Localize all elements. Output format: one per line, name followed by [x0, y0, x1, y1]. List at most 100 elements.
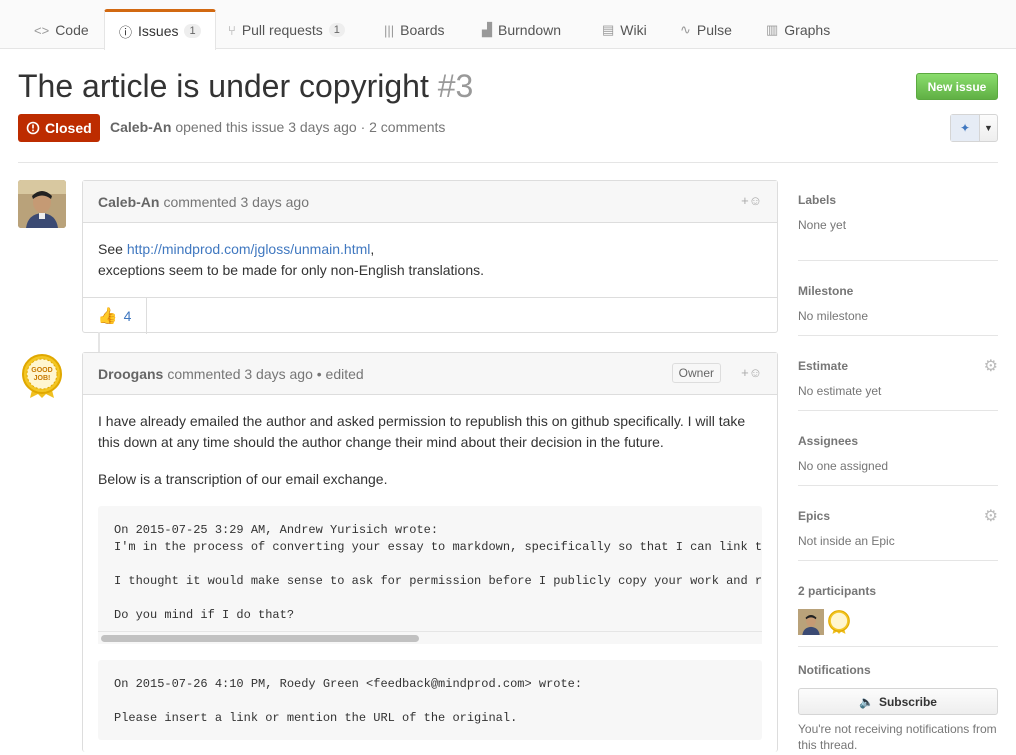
- sidebar-milestone[interactable]: Milestone No milestone: [798, 261, 998, 336]
- participant-avatar[interactable]: [798, 609, 824, 635]
- comment-action: commented 3 days ago: [163, 193, 309, 210]
- boards-icon: |||: [384, 22, 395, 38]
- code-text: On 2015-07-25 3:29 AM, Andrew Yurisich w…: [98, 506, 762, 640]
- wiki-icon: ▤: [602, 22, 615, 37]
- comment-paragraph: I have already emailed the author and as…: [98, 413, 746, 450]
- owner-badge: Owner: [671, 363, 721, 383]
- scrollbar-thumb[interactable]: [101, 635, 419, 642]
- add-reaction-icon[interactable]: +☺: [741, 193, 762, 208]
- sidebar-labels[interactable]: Labels None yet: [798, 193, 998, 261]
- sidebar-heading: Milestone: [798, 284, 854, 298]
- chevron-down-icon: ▼: [984, 123, 993, 133]
- tab-label: Burndown: [498, 22, 562, 38]
- burndown-icon: ▟: [482, 22, 492, 37]
- comment-text: ,: [370, 241, 375, 257]
- sidebar-heading: Estimate: [798, 359, 849, 373]
- comment: Droogans commented 3 days ago • edited O…: [82, 352, 778, 752]
- tab-boards[interactable]: ||| Boards: [370, 10, 459, 50]
- code-block: On 2015-07-26 4:10 PM, Roedy Green <feed…: [98, 660, 762, 740]
- subscribe-label: Subscribe: [878, 694, 937, 709]
- svg-text:JOB!: JOB!: [34, 375, 51, 382]
- tab-burndown[interactable]: ▟ Burndown: [468, 10, 575, 50]
- repo-nav: <> Code ⓘ Issues 1 ⑂ Pull requests 1 ||| Board…: [0, 0, 1016, 50]
- issue-title: The article is under copyright #3: [18, 68, 473, 105]
- sidebar-heading: 2 participants: [798, 584, 877, 598]
- author-link[interactable]: Caleb-An: [110, 119, 171, 135]
- divider: [18, 162, 998, 163]
- sidebar-value: No estimate yet: [798, 384, 882, 398]
- code-block: On 2015-07-25 3:29 AM, Andrew Yurisich w…: [98, 506, 762, 644]
- sidebar-heading: Labels: [798, 193, 837, 207]
- pull-request-icon: ⑂: [228, 22, 236, 38]
- tab-pull-requests[interactable]: ⑂ Pull requests 1: [214, 10, 359, 50]
- comment-link[interactable]: http://mindprod.com/jgloss/unmain.html: [127, 241, 371, 257]
- issue-icon: ⓘ: [119, 24, 133, 40]
- tab-label: Boards: [400, 22, 445, 38]
- good-job-badge-image: GOOD JOB!: [22, 354, 62, 398]
- participant-avatars: [798, 609, 998, 635]
- comment-body: I have already emailed the author and as…: [83, 395, 777, 755]
- pin-icon: ✦: [951, 115, 980, 141]
- comment-text: exceptions seem to be made for only non-…: [98, 262, 484, 278]
- avatar[interactable]: [18, 180, 66, 228]
- comment-text: See: [98, 241, 127, 257]
- participant-avatar[interactable]: [826, 609, 852, 635]
- subscribe-button[interactable]: 🔈 Subscribe: [798, 688, 998, 715]
- tab-label: Graphs: [784, 22, 831, 38]
- pin-dropdown-button[interactable]: ✦ ▼: [950, 114, 998, 142]
- tab-label: Code: [55, 22, 89, 38]
- timeline-line: [98, 332, 100, 352]
- code-icon: <>: [34, 22, 50, 38]
- sidebar-notifications: Notifications 🔈 Subscribe You're not rece…: [798, 647, 998, 753]
- comment-action[interactable]: commented 3 days ago • edited: [167, 366, 363, 382]
- meta-text: opened this issue 3 days ago · 2 comment…: [175, 119, 446, 135]
- svg-text:GOOD: GOOD: [31, 367, 52, 374]
- tab-issues[interactable]: ⓘ Issues 1: [104, 9, 216, 50]
- closed-issue-icon: [26, 121, 40, 135]
- gear-icon[interactable]: ⚙: [984, 506, 998, 526]
- graph-icon: ▥: [766, 22, 779, 37]
- avatar[interactable]: GOOD JOB!: [18, 352, 66, 400]
- tab-wiki[interactable]: ▤ Wiki: [588, 10, 661, 50]
- sidebar-epics[interactable]: Epics Not inside an Epic ⚙: [798, 486, 998, 561]
- horizontal-scrollbar[interactable]: [98, 631, 762, 644]
- tab-label: Pulse: [696, 22, 732, 38]
- speaker-icon: 🔈: [859, 694, 874, 709]
- sidebar-estimate[interactable]: Estimate No estimate yet ⚙: [798, 336, 998, 411]
- sidebar-value: None yet: [798, 218, 847, 232]
- thumbs-up-reaction[interactable]: 👍 4: [83, 297, 147, 334]
- sidebar-assignees[interactable]: Assignees No one assigned: [798, 411, 998, 486]
- tab-pulse[interactable]: ∿ Pulse: [666, 10, 746, 50]
- sidebar-participants: 2 participants: [798, 561, 998, 647]
- comment: Caleb-An commented 3 days ago +☺ See htt…: [82, 180, 778, 334]
- comment-header: Caleb-An commented 3 days ago +☺: [83, 181, 777, 223]
- person-avatar-image: [18, 180, 66, 228]
- status-text: Closed: [45, 120, 92, 136]
- counter-badge: 1: [328, 23, 345, 37]
- sidebar-value: No milestone: [798, 309, 869, 323]
- tab-code[interactable]: <> Code: [20, 10, 103, 50]
- sidebar-heading: Assignees: [798, 434, 859, 448]
- sidebar-value: Not inside an Epic: [798, 534, 895, 548]
- issue-meta: Caleb-An opened this issue 3 days ago · …: [110, 119, 445, 135]
- gear-icon[interactable]: ⚙: [984, 356, 998, 376]
- sidebar-heading: Notifications: [798, 663, 871, 677]
- issue-title-text: The article is under copyright: [18, 68, 429, 104]
- status-badge: Closed: [18, 114, 100, 142]
- comment-paragraph: Below is a transcription of our email ex…: [98, 471, 388, 487]
- tab-label: Pull requests: [241, 22, 323, 38]
- add-reaction-icon[interactable]: +☺: [741, 365, 762, 380]
- comment-body: See http://mindprod.com/jgloss/unmain.ht…: [83, 223, 777, 297]
- comment-header: Droogans commented 3 days ago • edited O…: [83, 353, 777, 395]
- tab-label: Wiki: [620, 22, 647, 38]
- sidebar: Labels None yet Milestone No milestone E…: [798, 193, 998, 753]
- new-issue-button[interactable]: New issue: [916, 73, 998, 100]
- comment-author[interactable]: Caleb-An: [98, 194, 159, 210]
- sidebar-value: No one assigned: [798, 459, 889, 473]
- tab-graphs[interactable]: ▥ Graphs: [752, 10, 844, 50]
- tab-label: Issues: [138, 23, 179, 39]
- reactions-bar: 👍 4: [83, 297, 777, 334]
- notification-status-text: You're not receiving notifications from …: [798, 722, 997, 752]
- comment-author[interactable]: Droogans: [98, 366, 163, 382]
- counter-badge: 1: [184, 24, 201, 38]
